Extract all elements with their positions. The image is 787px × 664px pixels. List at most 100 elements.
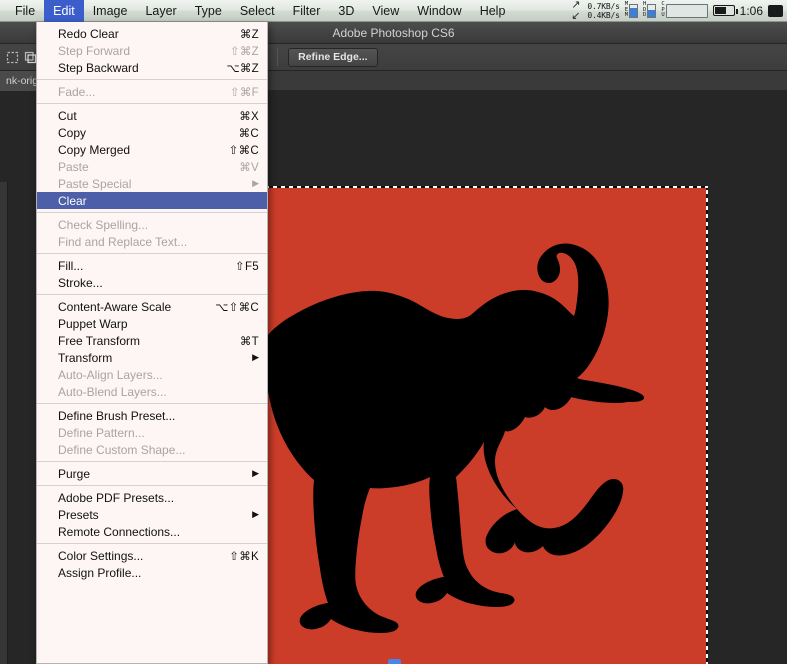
menu-item-shortcut: ⇧⌘C [228, 144, 259, 157]
os-menu-filter[interactable]: Filter [284, 0, 330, 22]
memory-meter-label: MEM [624, 1, 629, 19]
menu-item-shortcut: ⇧⌘F [229, 86, 259, 99]
menu-separator [37, 103, 267, 104]
menu-item-fill[interactable]: Fill... ⇧F5 [37, 257, 267, 274]
os-menu-edit[interactable]: Edit [44, 0, 84, 22]
disk-meter-bar [647, 3, 657, 18]
menu-item-remote-connections[interactable]: Remote Connections... [37, 523, 267, 540]
menu-item-presets[interactable]: Presets ▶ [37, 506, 267, 523]
os-status-area: ↗ ↙ 0.7KB/s 0.4KB/s MEM HDD CPU 1:06 [569, 0, 787, 21]
submenu-arrow-icon: ▶ [252, 468, 259, 478]
menu-item-label: Puppet Warp [58, 316, 128, 331]
refine-edge-button[interactable]: Refine Edge... [288, 47, 378, 67]
menu-item-paste-special: Paste Special ▶ [37, 175, 267, 192]
os-menu-type[interactable]: Type [186, 0, 231, 22]
os-menu-help[interactable]: Help [471, 0, 515, 22]
menu-item-transform[interactable]: Transform ▶ [37, 349, 267, 366]
menu-item-free-transform[interactable]: Free Transform ⌘T [37, 332, 267, 349]
cpu-meter-graph [665, 3, 708, 18]
menu-item-auto-blend-layers: Auto-Blend Layers... [37, 383, 267, 400]
menu-item-shortcut: ⌥⇧⌘C [215, 301, 259, 314]
menu-item-label: Define Pattern... [58, 425, 145, 440]
menu-item-label: Presets [58, 507, 99, 522]
menu-item-label: Copy [58, 125, 87, 140]
menu-item-define-brush-preset[interactable]: Define Brush Preset... [37, 407, 267, 424]
os-menu-window[interactable]: Window [408, 0, 470, 22]
menu-item-shortcut: ⌘C [238, 127, 259, 140]
menu-item-label: Fill... [58, 258, 84, 273]
new-selection-icon[interactable] [4, 49, 20, 65]
menu-item-label: Purge [58, 466, 91, 481]
os-menu-layer[interactable]: Layer [136, 0, 185, 22]
menu-item-label: Clear [58, 193, 87, 208]
os-menu-bar: File Edit Image Layer Type Select Filter 3D View… [0, 0, 787, 22]
menu-item-label: Find and Replace Text... [58, 234, 188, 249]
menu-item-label: Free Transform [58, 333, 141, 348]
menu-separator [37, 294, 267, 295]
menu-item-content-aware-scale[interactable]: Content-Aware Scale ⌥⇧⌘C [37, 298, 267, 315]
menu-item-assign-profile[interactable]: Assign Profile... [37, 564, 267, 581]
menu-item-clear[interactable]: Clear [37, 192, 267, 209]
menu-item-shortcut: ⌘V [239, 161, 259, 174]
network-rate-indicator[interactable]: 0.7KB/s 0.4KB/s [587, 1, 620, 20]
menu-item-shortcut: ⌘Z [239, 28, 259, 41]
menu-item-label: Step Backward [58, 60, 139, 75]
options-divider [277, 48, 279, 66]
menu-item-label: Stroke... [58, 275, 103, 290]
disk-meter-label: HDD [643, 1, 647, 19]
menu-item-cut[interactable]: Cut ⌘X [37, 107, 267, 124]
menu-item-step-backward[interactable]: Step Backward ⌥⌘Z [37, 59, 267, 76]
menu-item-copy[interactable]: Copy ⌘C [37, 124, 267, 141]
menu-item-define-pattern: Define Pattern... [37, 424, 267, 441]
menu-item-label: Fade... [58, 84, 96, 99]
menu-item-color-settings[interactable]: Color Settings... ⇧⌘K [37, 547, 267, 564]
memory-meter[interactable]: MEM [624, 1, 639, 19]
menu-separator [37, 461, 267, 462]
os-menu-file[interactable]: File [6, 0, 44, 22]
menu-item-stroke[interactable]: Stroke... [37, 274, 267, 291]
menu-item-redo-clear[interactable]: Redo Clear ⌘Z [37, 25, 267, 42]
edit-menu-dropdown[interactable]: Redo Clear ⌘Z Step Forward ⇧⌘Z Step Backward… [36, 22, 268, 664]
menu-item-label: Adobe PDF Presets... [58, 490, 175, 505]
menu-item-adobe-pdf-presets[interactable]: Adobe PDF Presets... [37, 489, 267, 506]
menu-item-label: Define Brush Preset... [58, 408, 176, 423]
network-upload-rate: 0.7KB/s [587, 1, 620, 11]
fullscreen-arrows-icon[interactable]: ↗ ↙ [569, 0, 582, 22]
menu-item-puppet-warp[interactable]: Puppet Warp [37, 315, 267, 332]
menu-item-step-forward: Step Forward ⇧⌘Z [37, 42, 267, 59]
menu-item-label: Step Forward [58, 43, 131, 58]
app-title: Adobe Photoshop CS6 [332, 25, 455, 40]
os-menu-select[interactable]: Select [231, 0, 284, 22]
screen: File Edit Image Layer Type Select Filter 3D View… [0, 0, 787, 664]
menu-separator [37, 403, 267, 404]
menu-separator [37, 485, 267, 486]
submenu-arrow-icon: ▶ [252, 509, 259, 519]
spotlight-icon[interactable] [768, 4, 783, 17]
menu-item-find-and-replace-text: Find and Replace Text... [37, 233, 267, 250]
memory-meter-bar [629, 3, 639, 18]
menu-item-label: Content-Aware Scale [58, 299, 172, 314]
cpu-meter-label: CPU [661, 1, 665, 19]
os-menu-items: File Edit Image Layer Type Select Filter 3D View… [0, 0, 515, 22]
disk-meter[interactable]: HDD [643, 1, 657, 19]
os-menu-view[interactable]: View [363, 0, 408, 22]
battery-icon[interactable] [712, 5, 738, 16]
menu-item-check-spelling: Check Spelling... [37, 216, 267, 233]
menu-item-purge[interactable]: Purge ▶ [37, 465, 267, 482]
menu-item-shortcut: ⌘T [239, 335, 259, 348]
menu-item-shortcut: ⇧F5 [235, 260, 259, 273]
os-menu-3d[interactable]: 3D [329, 0, 363, 22]
menu-item-label: Auto-Blend Layers... [58, 384, 167, 399]
menu-item-fade: Fade... ⇧⌘F [37, 83, 267, 100]
os-menu-image[interactable]: Image [84, 0, 137, 22]
menu-item-copy-merged[interactable]: Copy Merged ⇧⌘C [37, 141, 267, 158]
tools-panel[interactable] [0, 182, 8, 664]
network-download-rate: 0.4KB/s [587, 10, 620, 20]
clock[interactable]: 1:06 [740, 4, 763, 18]
menu-separator [37, 253, 267, 254]
document-canvas[interactable] [265, 186, 708, 664]
menu-separator [37, 79, 267, 80]
menu-item-define-custom-shape: Define Custom Shape... [37, 441, 267, 458]
menu-item-shortcut: ⇧⌘K [229, 550, 259, 563]
cpu-meter[interactable]: CPU [661, 1, 708, 19]
